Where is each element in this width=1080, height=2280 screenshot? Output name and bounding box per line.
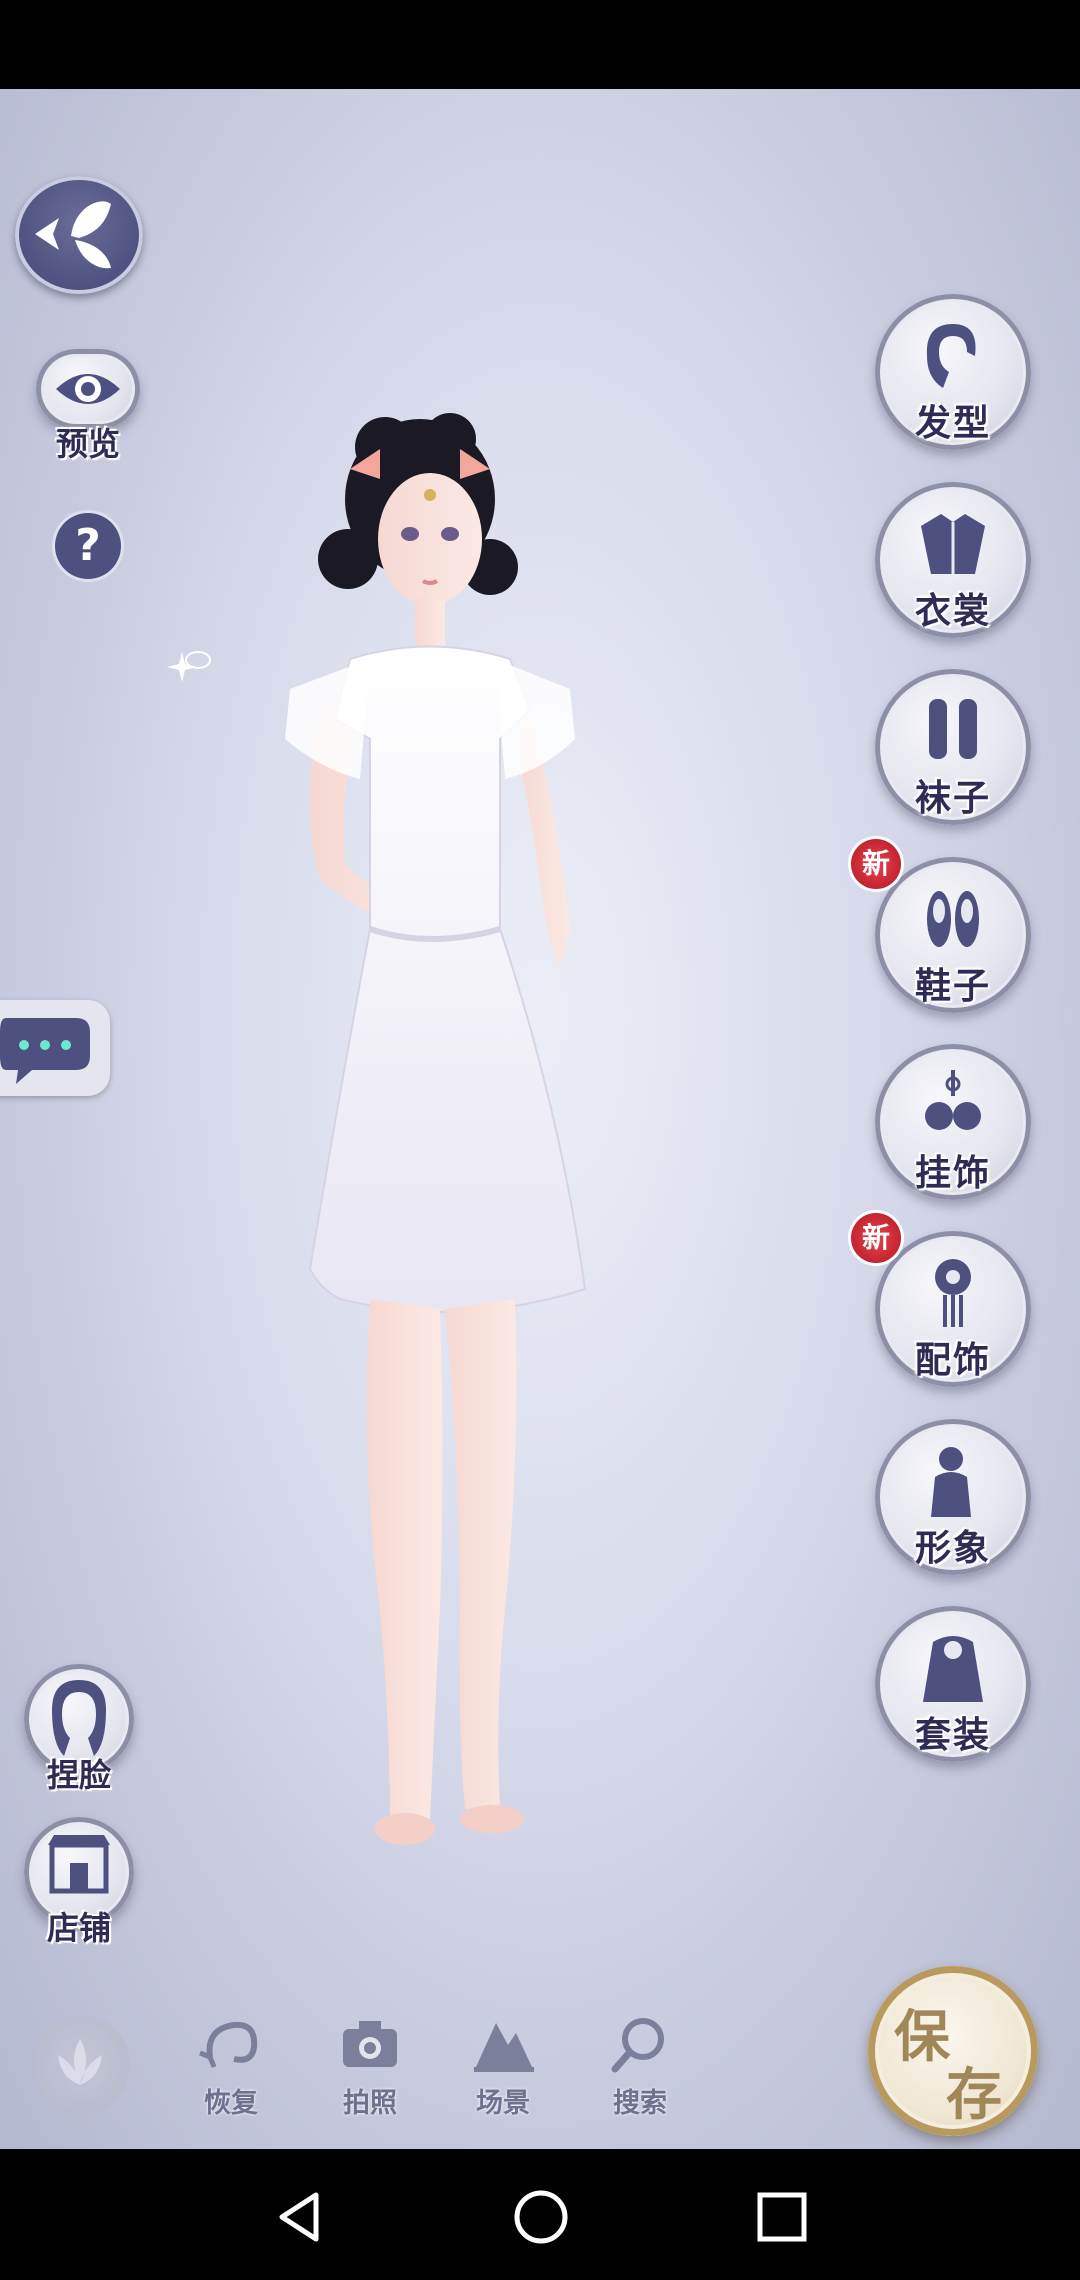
preview-button[interactable]: 预览: [36, 349, 140, 463]
shop-button[interactable]: 店铺: [24, 1817, 134, 1947]
back-button[interactable]: [15, 176, 143, 294]
recents-nav-icon[interactable]: [754, 2189, 810, 2245]
scene-label: 场景: [476, 2088, 530, 2119]
pendant-icon: [925, 1070, 981, 1130]
accessory-icon: [935, 1259, 971, 1327]
restore-button[interactable]: 恢复: [176, 2009, 286, 2149]
lotus-icon: [58, 2039, 102, 2085]
system-nav-bar: [0, 2149, 1080, 2280]
photo-label: 拍照: [343, 2088, 397, 2119]
restore-label: 恢复: [204, 2088, 258, 2119]
help-button[interactable]: ?: [55, 513, 121, 579]
category-appearance-button[interactable]: 形象: [875, 1419, 1031, 1575]
new-badge: 新: [851, 1213, 901, 1263]
face-edit-label: 捏脸: [46, 1756, 111, 1794]
category-hairstyle-button[interactable]: 发型: [875, 294, 1031, 450]
shop-label: 店铺: [46, 1909, 111, 1947]
category-accessory-label: 配饰: [914, 1339, 991, 1381]
category-pendant-button[interactable]: 挂饰: [875, 1044, 1031, 1200]
eye-icon: [56, 374, 120, 404]
help-icon: ?: [75, 520, 101, 571]
back-nav-icon[interactable]: [272, 2189, 328, 2245]
category-shoes-button[interactable]: 鞋子 新: [851, 839, 1031, 1013]
chat-button[interactable]: [0, 1000, 110, 1096]
character-model: [285, 413, 587, 1845]
category-hairstyle-label: 发型: [914, 402, 991, 444]
search-icon: [611, 2018, 664, 2073]
restore-icon: [199, 2021, 258, 2068]
new-badge: 新: [851, 839, 901, 889]
category-appearance-label: 形象: [914, 1527, 991, 1569]
category-clothes-button[interactable]: 衣裳: [875, 482, 1031, 638]
category-accessory-button[interactable]: 配饰 新: [851, 1213, 1031, 1387]
scene-icon: [474, 2023, 534, 2072]
search-label: 搜索: [613, 2088, 667, 2119]
category-outfit-set-label: 套装: [914, 1714, 991, 1756]
category-socks-button[interactable]: 袜子: [875, 669, 1031, 825]
save-label-top: 保: [894, 2004, 950, 2070]
category-shoes-label: 鞋子: [914, 965, 991, 1007]
home-nav-icon[interactable]: [511, 2187, 571, 2247]
category-pendant-label: 挂饰: [914, 1152, 991, 1194]
save-label-bottom: 存: [946, 2062, 1002, 2128]
face-edit-button[interactable]: 捏脸: [24, 1664, 134, 1794]
scene-button[interactable]: 场景: [448, 2009, 558, 2149]
socks-icon: [929, 699, 977, 759]
sparkle-icon: [167, 651, 211, 682]
save-button[interactable]: 保 存: [868, 1966, 1038, 2136]
camera-icon: [343, 2021, 397, 2067]
shoes-icon: [927, 891, 979, 947]
appearance-icon: [931, 1447, 971, 1517]
category-clothes-label: 衣裳: [914, 590, 991, 632]
butterfly-back-icon: [35, 201, 111, 269]
photo-button[interactable]: 拍照: [315, 2009, 425, 2149]
clothes-icon: [921, 514, 985, 574]
dressing-scene: 预览 ? 发型 衣裳 袜子 鞋子 新 挂饰 配饰 新 形象 套装 捏脸 店铺 恢…: [0, 89, 1080, 2149]
chat-bubble-icon: [0, 1018, 90, 1084]
preview-label: 预览: [55, 425, 120, 463]
category-outfit-set-button[interactable]: 套装: [875, 1606, 1031, 1762]
status-bar: [0, 0, 1080, 89]
lotus-button[interactable]: [30, 2015, 130, 2115]
category-socks-label: 袜子: [914, 777, 991, 819]
outfit-set-icon: [923, 1636, 983, 1702]
hairstyle-icon: [926, 324, 976, 388]
search-button[interactable]: 搜索: [585, 2009, 695, 2149]
